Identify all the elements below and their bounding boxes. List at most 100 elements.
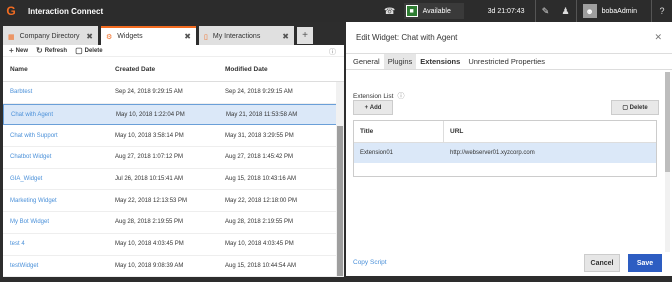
cell-modified: Aug 15, 2018 10:43:16 AM (225, 176, 297, 183)
top-bar: G Interaction Connect ☎ ■ Available 3d 2… (0, 0, 672, 22)
delete-label: Delete (84, 47, 103, 54)
phone-icon[interactable]: ☎ (380, 0, 400, 22)
close-icon[interactable]: ✖ (282, 32, 289, 41)
help-icon[interactable]: ⓘ (397, 91, 404, 101)
table-row[interactable]: Barbtest Sep 24, 2018 9:29:15 AM Sep 24,… (3, 82, 344, 104)
cell-name[interactable]: Chat with Support (3, 133, 110, 139)
table-row[interactable]: Marketing Widget May 22, 2018 12:13:53 P… (3, 190, 344, 213)
plus-icon: + (9, 46, 14, 55)
table-row[interactable]: testWidget May 10, 2018 9:08:39 AM Aug 1… (3, 256, 344, 278)
table-row-selected[interactable]: Extension01 http://webserver01.xyzcorp.c… (354, 143, 656, 163)
cell-name[interactable]: Barbtest (3, 89, 110, 95)
scrollbar-thumb[interactable] (337, 126, 343, 276)
edit-icon[interactable]: ✎ (536, 0, 556, 22)
cell-created: May 22, 2018 12:13:53 PM (115, 197, 188, 204)
tab-label: Widgets (117, 33, 143, 40)
tab-widgets[interactable]: ⚙ Widgets ✖ (101, 26, 196, 45)
interactions-icon: ▯ (204, 33, 208, 41)
cell-created: May 10, 2018 4:03:45 PM (115, 241, 184, 248)
cell-name[interactable]: testWidget (3, 263, 110, 269)
editor-body: Extension List ⓘ + Add ▢ Delete Title UR… (346, 70, 672, 250)
table-row[interactable]: Chatbot Widget Aug 27, 2018 1:07:12 PM A… (3, 147, 344, 169)
directory-icon: ▦ (8, 33, 15, 41)
trash-icon: ▢ (75, 46, 83, 55)
column-header-url[interactable]: URL (444, 128, 463, 135)
cell-modified: Aug 15, 2018 10:44:54 AM (225, 262, 297, 269)
column-header-title[interactable]: Title (354, 121, 444, 142)
grid-scrollbar[interactable] (336, 82, 344, 276)
tab-extensions[interactable]: Extensions (416, 54, 464, 69)
column-header-name[interactable]: Name (3, 66, 110, 73)
help-icon[interactable]: ? (652, 0, 672, 22)
widgets-icon: ⚙ (106, 33, 113, 41)
cell-created: Jul 26, 2018 10:15:41 AM (115, 176, 184, 183)
cell-modified: Sep 24, 2018 9:29:15 AM (225, 89, 293, 96)
trash-icon: ▢ (622, 105, 630, 111)
cell-modified: May 22, 2018 12:18:00 PM (225, 197, 298, 204)
add-tab-button[interactable]: + (297, 27, 313, 44)
extensions-table-header: Title URL (354, 121, 656, 143)
save-button[interactable]: Save (628, 254, 662, 272)
cell-modified: Aug 28, 2018 2:19:55 PM (225, 219, 294, 226)
cell-name[interactable]: Chat with Agent (4, 112, 111, 118)
cancel-button[interactable]: Cancel (584, 254, 620, 272)
column-header-modified[interactable]: Modified Date (220, 66, 328, 73)
cell-created: Aug 27, 2018 1:07:12 PM (115, 154, 184, 161)
refresh-button[interactable]: ↻ Refresh (36, 46, 67, 55)
cell-name[interactable]: GIA_Widget (3, 176, 110, 182)
cell-name[interactable]: test 4 (3, 241, 110, 247)
username: bobaAdmin (601, 7, 637, 15)
table-row[interactable]: My Bot Widget Aug 28, 2018 2:19:55 PM Au… (3, 212, 344, 234)
delete-button[interactable]: ▢ Delete (75, 46, 103, 55)
users-icon[interactable]: ♟ (556, 0, 576, 22)
edit-widget-panel: Edit Widget: Chat with Agent ✕ General P… (346, 22, 672, 276)
panel-title: Edit Widget: Chat with Agent (346, 22, 672, 54)
scrollbar-thumb[interactable] (665, 72, 670, 172)
cell-title: Extension01 (360, 150, 394, 156)
tab-general[interactable]: General (349, 54, 384, 69)
cell-modified: May 21, 2018 11:53:58 AM (226, 111, 298, 118)
cell-name[interactable]: My Bot Widget (3, 219, 110, 225)
user-menu[interactable]: ☻ bobaAdmin (577, 0, 651, 22)
tab-plugins[interactable]: Plugins (383, 54, 417, 69)
table-row[interactable]: test 4 May 10, 2018 4:03:45 PM May 10, 2… (3, 234, 344, 256)
panel-scrollbar[interactable] (665, 72, 670, 252)
cell-url: http://webserver01.xyzcorp.com (450, 150, 535, 156)
cell-created: Aug 28, 2018 2:19:55 PM (115, 219, 184, 226)
close-icon[interactable]: ✖ (184, 32, 191, 41)
view-tabs: ▦ Company Directory ✖ ⚙ Widgets ✖ ▯ My I… (0, 22, 346, 45)
cell-modified: May 31, 2018 3:29:55 PM (225, 132, 294, 139)
new-button[interactable]: + New (9, 46, 28, 55)
genesys-logo-icon: G (6, 4, 16, 18)
status-timer: 3d 21:07:43 (487, 7, 525, 15)
table-row-selected[interactable]: Chat with Agent May 10, 2018 1:22:04 PM … (3, 103, 344, 126)
table-row[interactable]: Chat with Support May 10, 2018 3:58:14 P… (3, 125, 344, 148)
tab-company-directory[interactable]: ▦ Company Directory ✖ (3, 26, 98, 45)
help-icon[interactable]: ⓘ (329, 47, 336, 57)
cell-created: May 10, 2018 1:22:04 PM (116, 111, 185, 118)
close-icon[interactable]: ✖ (86, 32, 93, 41)
cell-name[interactable]: Chatbot Widget (3, 154, 110, 160)
new-label: New (15, 47, 29, 54)
widgets-panel: + New ↻ Refresh ▢ Delete ⓘ Name Created … (3, 45, 344, 278)
delete-extension-button[interactable]: ▢ Delete (611, 100, 659, 115)
tab-label: Company Directory (19, 33, 80, 40)
grid-header: Name Created Date Modified Date (3, 57, 344, 82)
tab-my-interactions[interactable]: ▯ My Interactions ✖ (199, 26, 294, 45)
close-icon[interactable]: ✕ (654, 32, 662, 43)
cell-created: May 10, 2018 3:58:14 PM (115, 132, 184, 139)
grid-rows: Barbtest Sep 24, 2018 9:29:15 AM Sep 24,… (3, 82, 344, 278)
refresh-icon: ↻ (36, 46, 43, 55)
delete-label: Delete (629, 104, 648, 111)
cell-created: Sep 24, 2018 9:29:15 AM (115, 89, 183, 96)
cell-name[interactable]: Marketing Widget (3, 198, 110, 204)
status-selector[interactable]: ■ Available (403, 3, 464, 19)
grid-toolbar: + New ↻ Refresh ▢ Delete ⓘ (3, 45, 344, 57)
column-header-created[interactable]: Created Date (110, 66, 220, 73)
copy-script-link[interactable]: Copy Script (353, 259, 387, 266)
tab-unrestricted-properties[interactable]: Unrestricted Properties (464, 54, 549, 69)
tab-label: My Interactions (212, 33, 261, 40)
table-row[interactable]: GIA_Widget Jul 26, 2018 10:15:41 AM Aug … (3, 169, 344, 191)
status-label: Available (422, 7, 451, 15)
add-extension-button[interactable]: + Add (353, 100, 393, 115)
